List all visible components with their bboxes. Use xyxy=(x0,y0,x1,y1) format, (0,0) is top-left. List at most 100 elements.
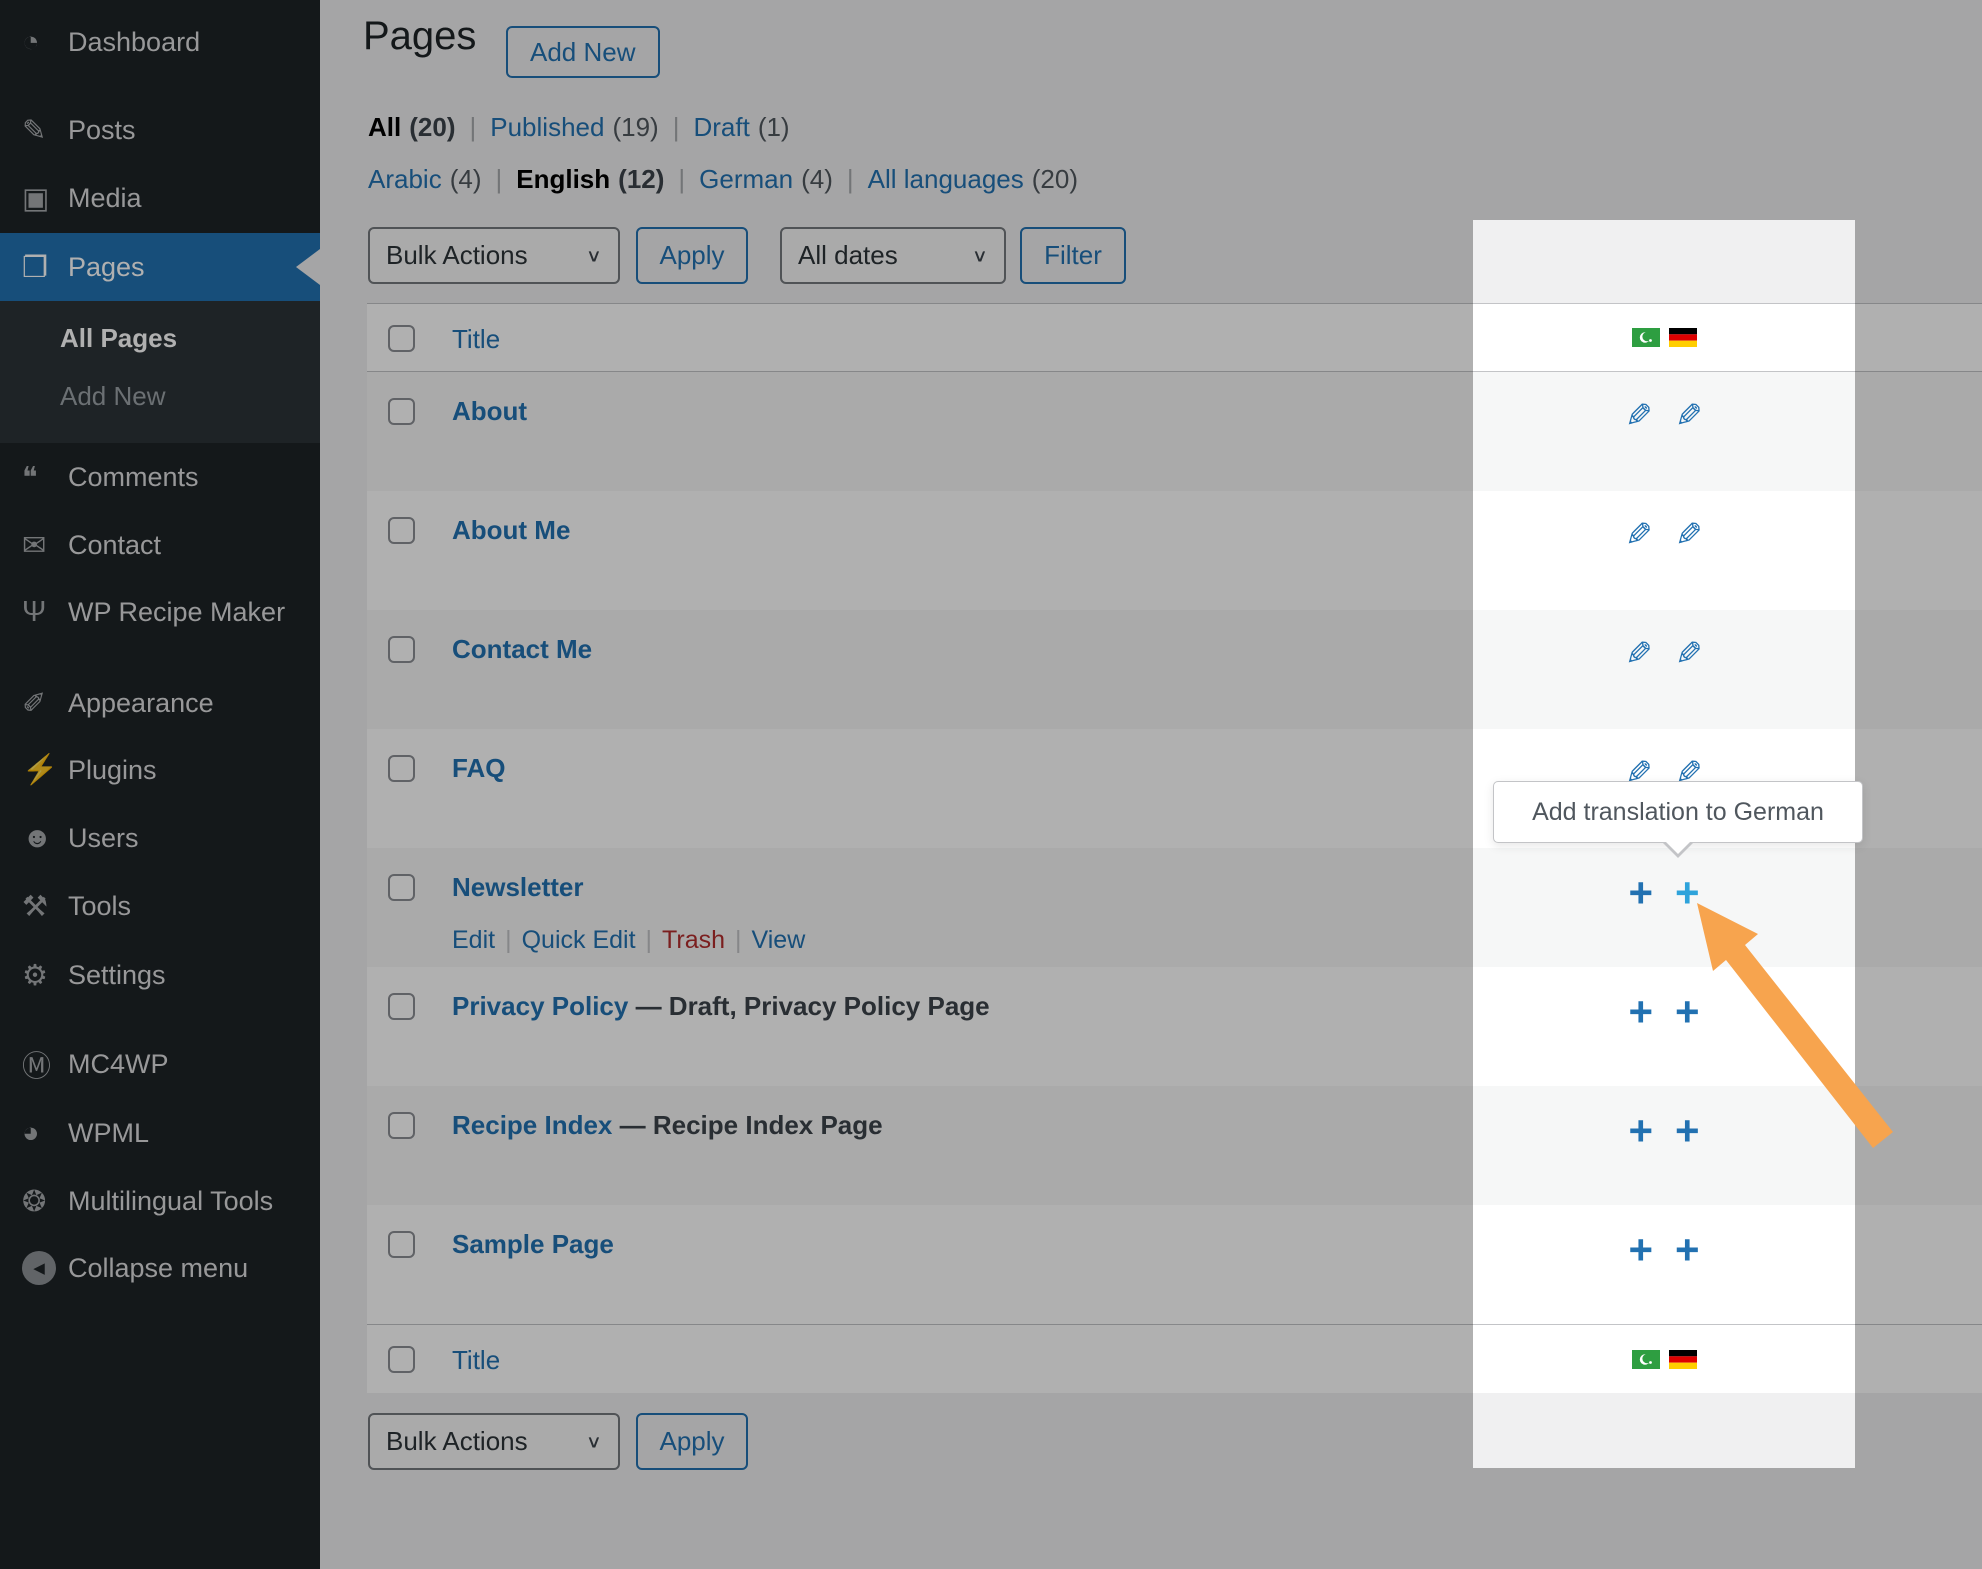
tools-icon: ⚒ xyxy=(22,889,68,924)
page-title-link[interactable]: Sample Page xyxy=(452,1229,614,1259)
edit-translation-icon[interactable]: ✎ xyxy=(1625,515,1653,555)
apply-button[interactable]: Apply xyxy=(636,227,748,284)
sidebar-item-users[interactable]: ☻Users xyxy=(0,804,320,872)
submenu-item-all-pages[interactable]: All Pages xyxy=(0,309,320,367)
sidebar-item-posts[interactable]: ✎Posts xyxy=(0,96,320,164)
settings-icon: ⚙ xyxy=(22,958,68,993)
translation-cell: + + xyxy=(1473,967,1855,1086)
sidebar-item-dashboard[interactable]: ◔Dashboard xyxy=(0,8,320,76)
chevron-down-icon: ∨ xyxy=(586,1431,602,1452)
table-row: Sample Page + + xyxy=(367,1205,1982,1324)
edit-translation-icon[interactable]: ✎ xyxy=(1625,396,1653,436)
add-translation-icon[interactable]: + xyxy=(1628,991,1653,1033)
sidebar-item-label: Dashboard xyxy=(68,27,200,58)
separator xyxy=(505,926,512,955)
row-actions: Edit Quick Edit Trash View xyxy=(452,926,805,955)
bulk-actions-select[interactable]: Bulk Actions∨ xyxy=(368,227,620,284)
title-column-sort[interactable]: Title xyxy=(452,1345,500,1376)
page-title-link[interactable]: Recipe Index xyxy=(452,1110,612,1140)
page-title-link[interactable]: FAQ xyxy=(452,753,505,783)
page-title-link[interactable]: Newsletter xyxy=(452,872,584,902)
page-title-link[interactable]: Contact Me xyxy=(452,634,592,664)
sidebar-item-label: Contact xyxy=(68,530,161,561)
trash-action[interactable]: Trash xyxy=(662,926,725,955)
sidebar-item-appearance[interactable]: ✐Appearance xyxy=(0,669,320,737)
sidebar-item-media[interactable]: ▣Media xyxy=(0,164,320,232)
add-translation-icon[interactable]: + xyxy=(1675,1110,1700,1152)
page-title-link[interactable]: About xyxy=(452,396,527,426)
sidebar-item-mc4wp[interactable]: ⓂMC4WP xyxy=(0,1030,320,1098)
dates-filter-select[interactable]: All dates∨ xyxy=(780,227,1006,284)
translation-columns-footer xyxy=(1473,1325,1855,1393)
view-filter-all[interactable]: All(20) xyxy=(368,112,455,143)
table-row: About ✎ ✎ xyxy=(367,372,1982,491)
sidebar-item-plugins[interactable]: ⚡Plugins xyxy=(0,736,320,804)
sidebar-item-multilingual-tools[interactable]: ❂Multilingual Tools xyxy=(0,1167,320,1235)
sidebar-item-collapse-menu[interactable]: ◀Collapse menu xyxy=(0,1234,320,1302)
sidebar-item-label: Appearance xyxy=(68,688,214,719)
edit-translation-icon[interactable]: ✎ xyxy=(1675,396,1703,436)
table-row: Recipe Index — Recipe Index Page + + xyxy=(367,1086,1982,1205)
sidebar-item-label: Multilingual Tools xyxy=(68,1186,273,1217)
quick-edit-action[interactable]: Quick Edit xyxy=(522,926,636,955)
view-action[interactable]: View xyxy=(752,926,806,955)
add-translation-icon[interactable]: + xyxy=(1675,1229,1700,1271)
language-filter-all-languages[interactable]: All languages(20) xyxy=(868,164,1078,195)
chevron-down-icon: ∨ xyxy=(586,245,602,266)
german-flag-icon xyxy=(1669,1350,1697,1369)
row-checkbox[interactable] xyxy=(388,993,415,1020)
row-checkbox[interactable] xyxy=(388,517,415,544)
add-translation-icon[interactable]: + xyxy=(1628,1110,1653,1152)
translation-cell: ✎ ✎ xyxy=(1473,491,1855,610)
edit-translation-icon[interactable]: ✎ xyxy=(1625,634,1653,674)
contact-icon: ✉ xyxy=(22,528,68,563)
table-row: About Me ✎ ✎ xyxy=(367,491,1982,610)
separator xyxy=(495,164,502,195)
title-column-sort[interactable]: Title xyxy=(452,324,500,355)
filter-button[interactable]: Filter xyxy=(1020,227,1126,284)
add-new-button[interactable]: Add New xyxy=(506,26,660,78)
row-checkbox[interactable] xyxy=(388,874,415,901)
add-translation-german-icon[interactable]: + xyxy=(1675,872,1700,914)
mc4wp-icon: Ⓜ xyxy=(22,1043,68,1085)
arabic-flag-icon xyxy=(1632,1350,1660,1369)
view-filter-draft[interactable]: Draft(1) xyxy=(693,112,789,143)
sidebar-item-comments[interactable]: ❝Comments xyxy=(0,443,320,511)
row-checkbox[interactable] xyxy=(388,1112,415,1139)
sidebar-item-tools[interactable]: ⚒Tools xyxy=(0,872,320,940)
row-checkbox[interactable] xyxy=(388,1231,415,1258)
edit-translation-icon[interactable]: ✎ xyxy=(1675,634,1703,674)
add-translation-icon[interactable]: + xyxy=(1628,1229,1653,1271)
select-all-checkbox[interactable] xyxy=(388,1346,415,1373)
page-title-link[interactable]: Privacy Policy xyxy=(452,991,628,1021)
sidebar-item-contact[interactable]: ✉Contact xyxy=(0,511,320,579)
sidebar-item-label: WP Recipe Maker xyxy=(68,597,285,628)
add-translation-icon[interactable]: + xyxy=(1675,991,1700,1033)
sidebar-item-wpml[interactable]: ◕WPML xyxy=(0,1099,320,1167)
sidebar-item-wp-recipe-maker[interactable]: ΨWP Recipe Maker xyxy=(0,578,320,646)
edit-action[interactable]: Edit xyxy=(452,926,495,955)
row-checkbox[interactable] xyxy=(388,755,415,782)
dashboard-icon: ◔ xyxy=(22,26,68,59)
status-filter-row: All(20) Published(19) Draft(1) xyxy=(368,112,790,143)
bulk-actions-select-bottom[interactable]: Bulk Actions∨ xyxy=(368,1413,620,1470)
view-filter-published[interactable]: Published(19) xyxy=(490,112,658,143)
language-filter-german[interactable]: German(4) xyxy=(699,164,833,195)
row-checkbox[interactable] xyxy=(388,636,415,663)
post-state-label: — Recipe Index Page xyxy=(612,1110,882,1140)
submenu-item-add-new[interactable]: Add New xyxy=(0,367,320,425)
apply-button-bottom[interactable]: Apply xyxy=(636,1413,748,1470)
pages-list-table: Title About ✎ ✎ About Me ✎ ✎ xyxy=(367,303,1982,1393)
row-checkbox[interactable] xyxy=(388,398,415,425)
sidebar-item-settings[interactable]: ⚙Settings xyxy=(0,941,320,1009)
translation-cell: ✎ ✎ xyxy=(1473,372,1855,491)
select-all-checkbox[interactable] xyxy=(388,325,415,352)
edit-translation-icon[interactable]: ✎ xyxy=(1675,515,1703,555)
language-filter-arabic[interactable]: Arabic(4) xyxy=(368,164,481,195)
page-title: Pages xyxy=(363,14,476,59)
sidebar-item-pages[interactable]: ❐Pages xyxy=(0,233,320,301)
page-title-link[interactable]: About Me xyxy=(452,515,570,545)
separator xyxy=(646,926,653,955)
language-filter-english[interactable]: English(12) xyxy=(516,164,664,195)
add-translation-arabic-icon[interactable]: + xyxy=(1628,872,1653,914)
